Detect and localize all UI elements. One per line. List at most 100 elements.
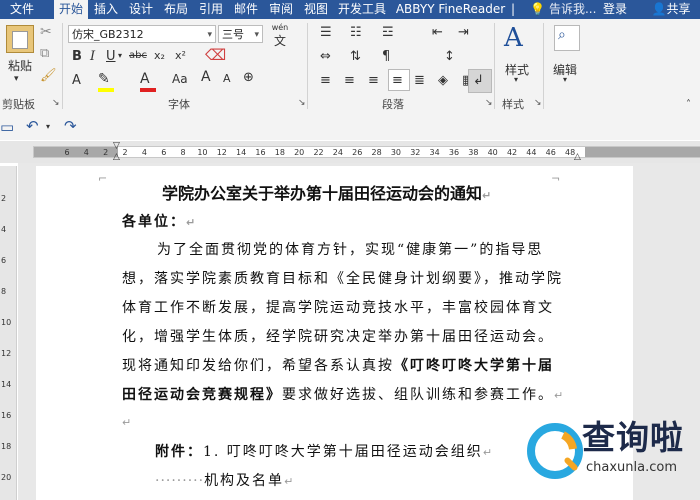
superscript-button[interactable]: x² xyxy=(175,49,186,62)
tab-insert[interactable]: 插入 xyxy=(89,0,123,19)
font-launcher-icon[interactable]: ↘ xyxy=(298,98,306,108)
chevron-down-icon[interactable]: ▾ xyxy=(563,75,567,84)
clear-formatting-icon[interactable]: ⌫ xyxy=(205,46,226,64)
horizontal-ruler[interactable]: 6 4 2 2 4 6 8 10 12 14 16 18 20 22 24 26 28 30 32 34 36 38 40 4… xyxy=(33,146,700,158)
shading-icon[interactable]: ◈ xyxy=(438,73,448,88)
clipboard-launcher-icon[interactable]: ↘ xyxy=(52,98,60,108)
tell-me-label: 告诉我... xyxy=(548,2,597,16)
tab-view[interactable]: 视图 xyxy=(300,0,332,19)
paragraph-mark: ↵ xyxy=(482,189,492,202)
format-painter-icon[interactable]: 🖌 xyxy=(40,68,57,83)
ruler-tick: 8 xyxy=(180,148,186,157)
ruler-tick: 36 xyxy=(448,148,460,157)
subscript-button[interactable]: x₂ xyxy=(154,49,165,62)
collapse-ribbon-icon[interactable]: ˄ xyxy=(686,99,691,110)
highlight-icon[interactable]: ✎ xyxy=(98,71,110,87)
ruler-tick: 12 xyxy=(216,148,227,157)
italic-button[interactable]: I xyxy=(90,49,95,64)
tab-review[interactable]: 审阅 xyxy=(265,0,297,19)
tab-developer[interactable]: 开发工具 xyxy=(334,0,390,19)
share-button[interactable]: 👤共享 xyxy=(643,0,699,19)
paste-label[interactable]: 粘贴 xyxy=(4,57,36,74)
body-text: 要求做好选拔、组队训练和参赛工作。 xyxy=(282,387,554,403)
vertical-ruler-tick: 8 xyxy=(1,287,7,296)
signin-button[interactable]: 登录 xyxy=(598,0,632,19)
decrease-indent-icon[interactable]: ⇤ xyxy=(432,25,443,40)
body-line: 化，增强学生体质，经学院研究决定举办第十届田径运动会。 xyxy=(122,329,554,345)
chaxunla-logo-icon xyxy=(523,419,587,483)
ruler-tick: 40 xyxy=(487,148,498,157)
increase-indent-icon[interactable]: ⇥ xyxy=(458,25,469,40)
styles-launcher-icon[interactable]: ↘ xyxy=(534,98,542,108)
vertical-ruler-tick: 18 xyxy=(1,442,12,451)
enclose-characters-icon[interactable]: ⊕ xyxy=(243,70,254,85)
text-effects-icon[interactable]: A xyxy=(72,73,81,88)
vertical-ruler[interactable]: 2 4 6 8 10 12 14 16 18 20 xyxy=(0,166,17,500)
redo-icon[interactable]: ↷ xyxy=(64,117,77,135)
indent-marker-icon[interactable]: △ xyxy=(113,152,120,162)
tab-dots: ········· xyxy=(155,473,205,489)
change-case-button[interactable]: Aa xyxy=(172,72,188,86)
grow-font-button[interactable]: A xyxy=(201,69,211,85)
chinese-layout-icon[interactable]: ⇔ xyxy=(320,49,331,64)
font-color-icon[interactable]: A xyxy=(140,71,150,87)
tell-me-search[interactable]: 💡 告诉我... xyxy=(530,0,596,19)
ruler-right-margin xyxy=(585,147,700,157)
vertical-ruler-tick: 16 xyxy=(1,411,12,420)
font-name-select[interactable]: 仿宋_GB2312 ▾ xyxy=(68,25,216,43)
font-name-value: 仿宋_GB2312 xyxy=(72,28,144,41)
right-indent-marker-icon[interactable]: △ xyxy=(574,152,581,162)
paragraph-mark: ↵ xyxy=(186,216,198,229)
strikethrough-button[interactable]: abc xyxy=(129,50,147,61)
underline-button[interactable]: U xyxy=(106,49,116,64)
paragraph-mark-icon[interactable]: ¶ xyxy=(382,49,390,64)
font-size-select[interactable]: 三号 ▾ xyxy=(218,25,263,43)
font-color-swatch xyxy=(140,88,156,92)
phonetic-guide-icon[interactable]: wén 文 xyxy=(268,24,292,49)
paragraph-launcher-icon[interactable]: ↘ xyxy=(485,98,493,108)
multilevel-list-icon[interactable]: ☲ xyxy=(382,25,394,40)
align-right-icon[interactable]: ≡ xyxy=(368,73,379,88)
align-center-icon[interactable]: ≡ xyxy=(344,73,355,88)
tab-references[interactable]: 引用 xyxy=(195,0,227,19)
chevron-down-icon[interactable]: ▾ xyxy=(118,51,122,60)
vertical-ruler-tick: 14 xyxy=(1,380,12,389)
phonetic-wen-char: 文 xyxy=(273,34,286,48)
indent-marker-icon[interactable]: ▽ xyxy=(113,141,120,151)
ruler-tick: 26 xyxy=(352,148,363,157)
chevron-down-icon[interactable]: ▾ xyxy=(46,122,50,131)
bold-button[interactable]: B xyxy=(72,49,82,64)
tab-layout[interactable]: 布局 xyxy=(160,0,192,19)
copy-icon[interactable]: ⧉ xyxy=(40,46,49,61)
styles-icon[interactable]: A xyxy=(504,23,523,53)
corner-mark: ¬ xyxy=(551,172,561,185)
vertical-ruler-tick: 6 xyxy=(1,256,7,265)
body-line: 想，落实学院素质教育目标和《全民健身计划纲要》，推动学院 xyxy=(122,271,563,287)
distributed-icon[interactable]: ≣ xyxy=(414,73,425,88)
save-icon[interactable]: ▭ xyxy=(0,118,14,136)
shrink-font-button[interactable]: A xyxy=(223,72,231,85)
bullets-icon[interactable]: ☰ xyxy=(320,25,332,40)
undo-icon[interactable]: ↶ xyxy=(26,117,39,135)
ruler-tick: 42 xyxy=(506,148,518,157)
tab-design[interactable]: 设计 xyxy=(125,0,157,19)
document-title: 学院办公室关于举办第十届田径运动会的通知↵ xyxy=(162,180,491,204)
chevron-down-icon[interactable]: ▾ xyxy=(514,75,518,84)
ruler-tick: 4 xyxy=(83,148,89,157)
cut-icon[interactable]: ✂ xyxy=(40,24,52,40)
align-left-icon[interactable]: ≡ xyxy=(320,73,331,88)
ruler-tick: 16 xyxy=(255,148,266,157)
paragraph-group-label: 段落 xyxy=(382,98,404,111)
numbering-icon[interactable]: ☷ xyxy=(350,25,362,40)
font-group-label: 字体 xyxy=(168,98,190,111)
tab-home[interactable]: 开始 xyxy=(54,0,88,19)
line-spacing-icon[interactable]: ↕ xyxy=(444,49,455,64)
person-icon: 👤 xyxy=(651,2,667,16)
attachment-continuation: ·········机构及名单↵ xyxy=(155,470,295,490)
clipboard-group-label: 剪贴板 xyxy=(2,98,35,111)
chevron-down-icon[interactable]: ▾ xyxy=(14,74,19,84)
tab-abbyy-finereader[interactable]: ABBYY FineReader xyxy=(393,0,508,19)
sort-icon[interactable]: ⇅ xyxy=(350,49,361,64)
tab-file[interactable]: 文件 xyxy=(0,0,44,19)
tab-mailings[interactable]: 邮件 xyxy=(230,0,262,19)
